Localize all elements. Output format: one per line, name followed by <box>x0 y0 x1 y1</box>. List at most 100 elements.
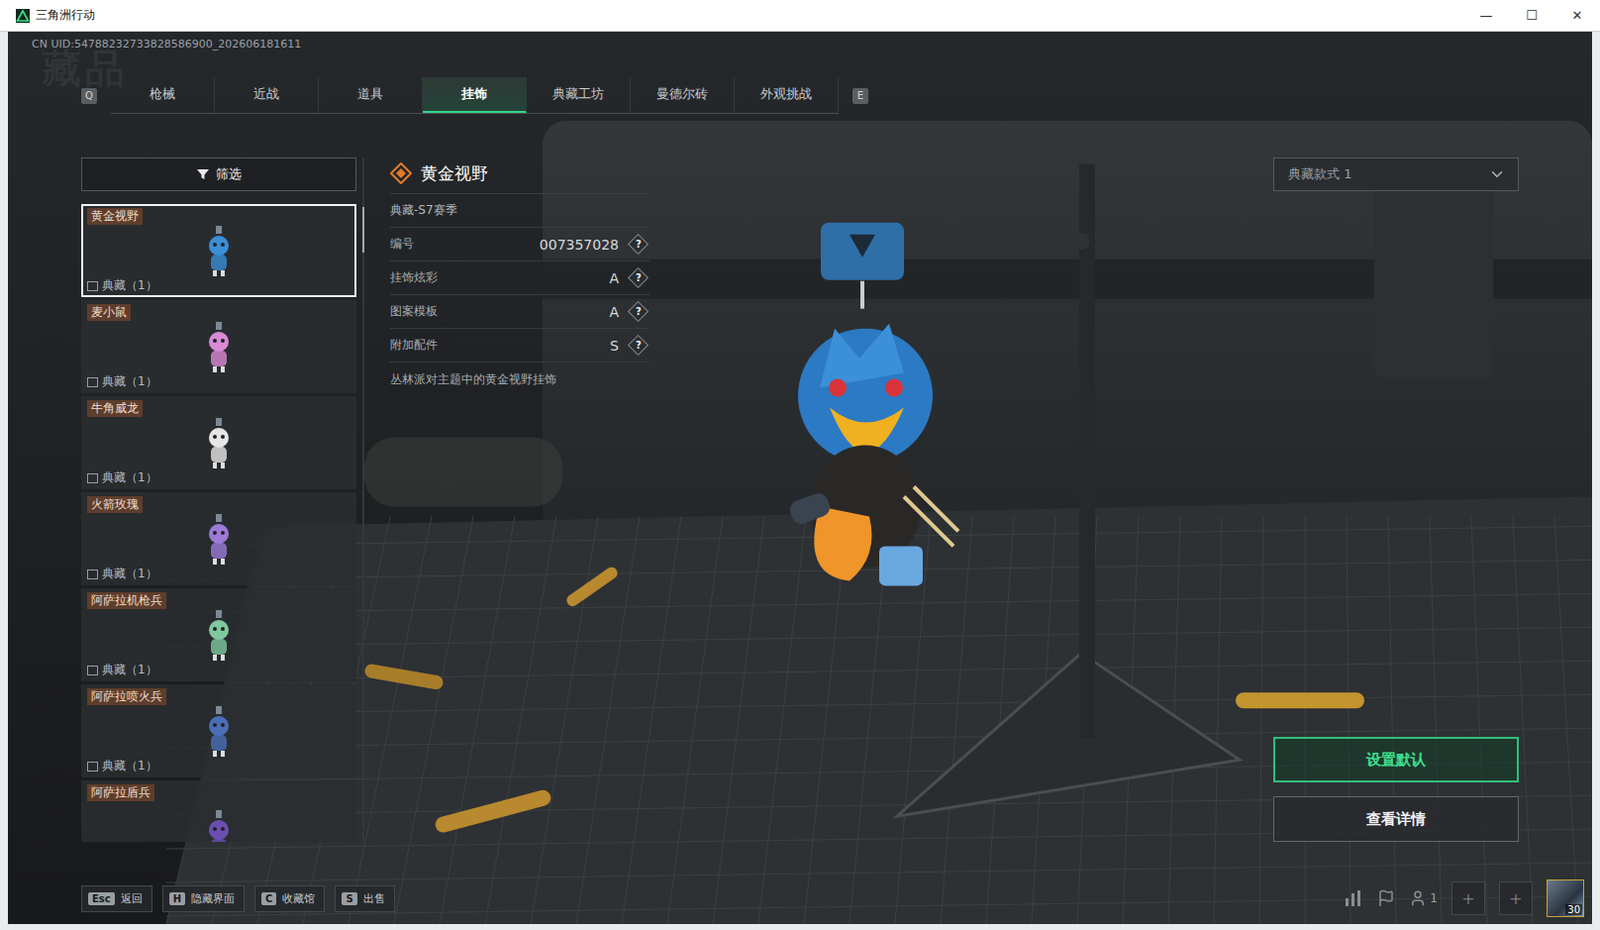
item-card[interactable]: 阿萨拉盾兵 <box>81 780 357 842</box>
window-control-button[interactable]: ✕ <box>1554 0 1600 31</box>
chevron-down-icon <box>1488 165 1506 184</box>
status-row: 1 + +30 <box>1343 879 1585 917</box>
detail-season: 典藏-S7赛季 <box>390 194 650 228</box>
detail-value: A? <box>608 270 650 287</box>
window-controls: —☐✕ <box>1463 0 1600 31</box>
item-name: 黄金视野 <box>87 207 143 225</box>
person-icon <box>1408 889 1427 907</box>
item-list: 黄金视野典藏（1）麦小鼠典藏（1）牛角威龙典藏（1）火箭玫瑰典藏（1）阿萨拉机枪… <box>81 203 357 842</box>
hotkey-button[interactable]: S出售 <box>334 885 395 912</box>
next-tab-key[interactable]: E <box>852 88 869 104</box>
charm-thumbnail-icon <box>201 607 236 664</box>
action-column: 典藏款式 1 设置默认查看详情 <box>1273 157 1519 842</box>
hotkey-button[interactable]: C收藏馆 <box>254 885 325 912</box>
detail-value: 007357028? <box>539 236 650 253</box>
item-card[interactable]: 牛角威龙典藏（1） <box>81 396 357 490</box>
category-tab[interactable]: 挂饰 <box>422 77 527 113</box>
category-tab[interactable]: 外观挑战 <box>734 77 839 113</box>
detail-title: 黄金视野 <box>390 157 650 195</box>
style-dropdown[interactable]: 典藏款式 1 <box>1273 157 1519 192</box>
game-logo-icon <box>15 8 30 23</box>
item-card[interactable]: 火箭玫瑰典藏（1） <box>81 492 357 586</box>
collection-icon <box>87 761 99 772</box>
tab-strip: 枪械近战道具挂饰典藏工坊曼德尔砖外观挑战 <box>110 77 839 114</box>
item-column: 筛选黄金视野典藏（1）麦小鼠典藏（1）牛角威龙典藏（1）火箭玫瑰典藏（1）阿萨拉… <box>81 157 357 842</box>
window-control-button[interactable]: — <box>1463 0 1509 31</box>
item-card[interactable]: 麦小鼠典藏（1） <box>81 300 357 394</box>
list-scrollbar[interactable] <box>362 157 365 842</box>
key-cap: Esc <box>88 892 115 905</box>
party-slot[interactable]: + <box>1499 881 1533 915</box>
key-cap: H <box>169 892 186 905</box>
collection-icon <box>87 569 99 580</box>
category-tab[interactable]: 道具 <box>318 77 423 113</box>
detail-description: 丛林派对主题中的黄金视野挂饰 <box>390 362 650 389</box>
collection-icon <box>87 377 99 388</box>
hotkey-button[interactable]: H隐藏界面 <box>162 885 245 912</box>
item-tag: 典藏（1） <box>87 374 351 390</box>
filter-icon <box>196 167 210 182</box>
collection-icon <box>87 473 99 484</box>
window-title: 三角洲行动 <box>15 6 96 24</box>
item-tag: 典藏（1） <box>87 278 351 294</box>
category-tab[interactable]: 枪械 <box>110 77 215 113</box>
help-button[interactable]: ? <box>627 233 649 255</box>
item-thumbnail <box>87 320 351 375</box>
detail-row: 图案模板A? <box>390 295 650 329</box>
scrollbar-thumb[interactable] <box>362 206 365 253</box>
charm-thumbnail-icon <box>201 319 236 376</box>
player-avatar[interactable]: 30 <box>1546 879 1585 917</box>
detail-panel: 黄金视野典藏-S7赛季编号007357028?挂饰炫彩A?图案模板A?附加配件S… <box>390 157 650 842</box>
collection-main: 筛选黄金视野典藏（1）麦小鼠典藏（1）牛角威龙典藏（1）火箭玫瑰典藏（1）阿萨拉… <box>7 157 1593 842</box>
bottom-bar: Esc返回 H隐藏界面 C收藏馆 S出售 1 + +30 <box>7 877 1593 919</box>
game-screen: 藏品CN UID:54788232733828586900_2026061816… <box>7 31 1593 924</box>
item-card[interactable]: 阿萨拉机枪兵典藏（1） <box>81 588 357 682</box>
item-name: 火箭玫瑰 <box>87 496 143 513</box>
action-button[interactable]: 查看详情 <box>1273 796 1519 842</box>
detail-value: A? <box>608 303 650 320</box>
charm-thumbnail-icon <box>201 807 236 843</box>
help-button[interactable]: ? <box>627 300 649 322</box>
party-slot[interactable]: + <box>1451 881 1486 915</box>
charm-thumbnail-icon <box>201 703 236 760</box>
item-thumbnail <box>87 704 351 759</box>
detail-row: 编号007357028? <box>390 227 650 262</box>
detail-row: 附加配件S? <box>390 328 650 363</box>
action-buttons: 设置默认查看详情 <box>1273 736 1519 842</box>
stats-icon[interactable] <box>1343 889 1364 907</box>
charm-thumbnail-icon <box>201 511 236 568</box>
help-button[interactable]: ? <box>627 267 649 289</box>
collection-icon <box>87 281 99 292</box>
category-tab[interactable]: 典藏工坊 <box>526 77 631 113</box>
item-name: 阿萨拉喷火兵 <box>87 688 167 705</box>
detail-row: 挂饰炫彩A? <box>390 261 650 296</box>
collection-icon <box>87 665 99 676</box>
category-tab[interactable]: 近战 <box>214 77 319 113</box>
action-button[interactable]: 设置默认 <box>1273 736 1519 783</box>
filter-button[interactable]: 筛选 <box>81 157 357 192</box>
item-name: 麦小鼠 <box>87 303 131 321</box>
item-card[interactable]: 黄金视野典藏（1） <box>81 203 357 298</box>
player-level: 30 <box>1565 903 1583 915</box>
category-tab[interactable]: 曼德尔砖 <box>630 77 735 113</box>
window-control-button[interactable]: ☐ <box>1508 0 1555 31</box>
flag-icon[interactable] <box>1377 889 1396 907</box>
party-count[interactable]: 1 <box>1408 889 1438 907</box>
key-cap: S <box>341 892 357 905</box>
item-tag: 典藏（1） <box>87 470 351 486</box>
item-thumbnail <box>87 224 351 279</box>
item-name: 阿萨拉盾兵 <box>87 784 155 801</box>
window-title-bar: 三角洲行动 —☐✕ <box>0 0 1600 32</box>
help-button[interactable]: ? <box>627 334 649 356</box>
key-cap: C <box>261 892 277 905</box>
item-thumbnail <box>87 608 351 663</box>
uid-label: CN UID:54788232733828586900_202606181611 <box>7 37 1593 52</box>
item-card[interactable]: 阿萨拉喷火兵典藏（1） <box>81 684 357 778</box>
item-thumbnail <box>87 416 351 471</box>
hotkey-row: Esc返回 H隐藏界面 C收藏馆 S出售 <box>81 885 396 912</box>
category-tabs: Q 枪械近战道具挂饰典藏工坊曼德尔砖外观挑战 E <box>81 77 1593 114</box>
item-name: 牛角威龙 <box>87 400 143 417</box>
prev-tab-key[interactable]: Q <box>81 88 98 104</box>
detail-value: S? <box>609 337 650 354</box>
hotkey-button[interactable]: Esc返回 <box>81 885 153 912</box>
